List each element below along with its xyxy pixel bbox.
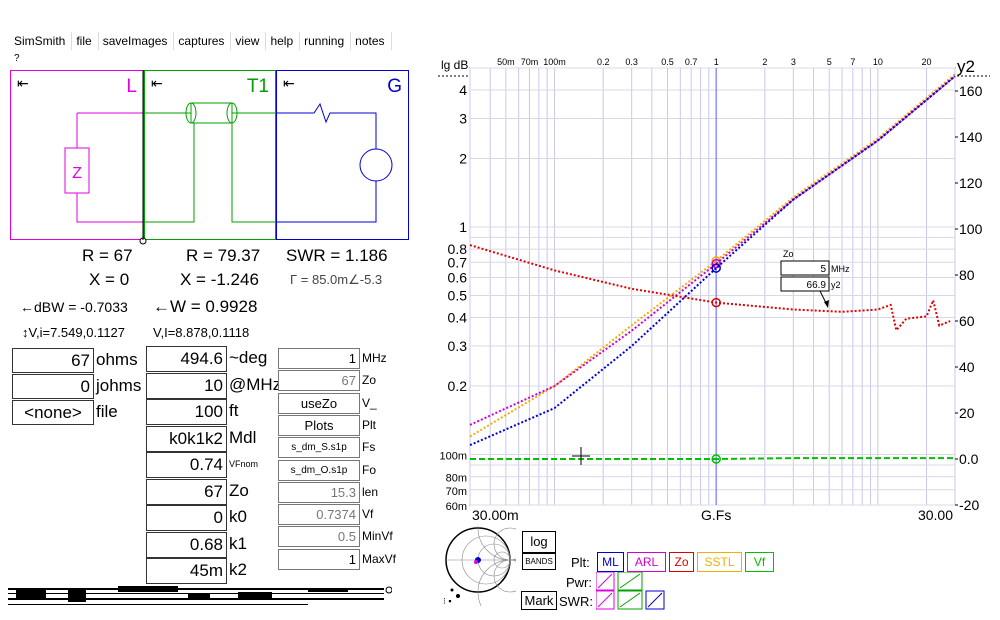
left-tick-label: 70m [446,486,467,498]
mark-button[interactable]: Mark [521,591,557,610]
x-min-label: 30.00m [472,507,519,523]
plot-toggle-sstl[interactable]: SSTL [697,552,742,572]
right-tick-label: 20 [959,405,975,421]
top-tick-label: 0.3 [625,57,638,67]
left-tick-label: 100m [439,451,467,463]
left-tick-label: 0.4 [448,310,468,326]
plot-frame [469,67,956,506]
top-tick-label: 0.2 [597,57,610,67]
right-tick-label: 80 [959,267,975,283]
top-tick-label: 50m [497,57,515,67]
left-axis-title: lg dB [441,58,468,72]
left-tick-label: 80m [446,473,467,485]
left-tick-label: 0.3 [448,338,468,354]
right-tick-label: 160 [959,83,983,99]
top-tick-label: 100m [543,57,566,67]
right-tick-label: 60 [959,313,975,329]
log-button[interactable]: log [522,531,556,553]
cursor-box-freq: 5 [820,264,826,275]
top-tick-label: 20 [922,57,932,67]
top-tick-label: 0.7 [685,57,698,67]
left-tick-label: 1 [459,219,467,235]
bands-button[interactable]: BANDS [522,553,556,570]
cursor-box-freq-unit: MHz [831,264,850,274]
left-tick-label: 2 [459,151,467,167]
top-tick-label: 5 [827,57,832,67]
cursor-box-title: Zo [783,249,794,259]
top-tick-label: 7 [850,57,855,67]
pwr-swr-toggles[interactable] [596,572,676,612]
top-tick-label: 3 [791,57,796,67]
right-tick-label: -20 [959,497,979,513]
plot-toggle-vf[interactable]: Vf [745,552,774,572]
right-tick-label: 0.0 [959,451,979,467]
cursor-box-value: 66.9 [807,280,827,291]
plot-toggle-ml[interactable]: ML [597,552,624,572]
right-tick-label: 100 [959,221,983,237]
left-tick-label: 3 [459,110,467,126]
top-tick-label: 1 [714,57,719,67]
left-tick-label: 0.7 [448,254,468,270]
smith-chart-thumbnail[interactable] [444,526,516,606]
x-max-label: 30.00 [918,507,953,523]
top-tick-label: 0.5 [661,57,674,67]
right-tick-label: 140 [959,129,983,145]
top-tick-label: 10 [873,57,883,67]
right-axis-title: y2 [957,57,975,76]
left-tick-label: 0.5 [448,288,468,304]
pwr-label: Pwr: [566,575,592,590]
right-tick-label: 40 [959,359,975,375]
left-tick-label: 4 [459,82,467,98]
top-tick-label: 70m [521,57,539,67]
plot-toggle-zo[interactable]: Zo [669,552,694,572]
top-tick-label: 2 [762,57,767,67]
plt-label: Plt: [571,555,590,570]
left-tick-label: 0.6 [448,269,468,285]
cursor-box-value-unit: y2 [831,280,841,290]
x-axis-name: G.Fs [701,507,731,523]
left-tick-label: 60m [446,501,467,513]
plot-toggle-arl[interactable]: ARL [627,552,666,572]
swr-label: SWR: [559,594,593,609]
left-tick-label: 0.2 [448,378,468,394]
right-tick-label: 120 [959,175,983,191]
smith-scale-icon: ⁝ ▪ [443,596,452,606]
